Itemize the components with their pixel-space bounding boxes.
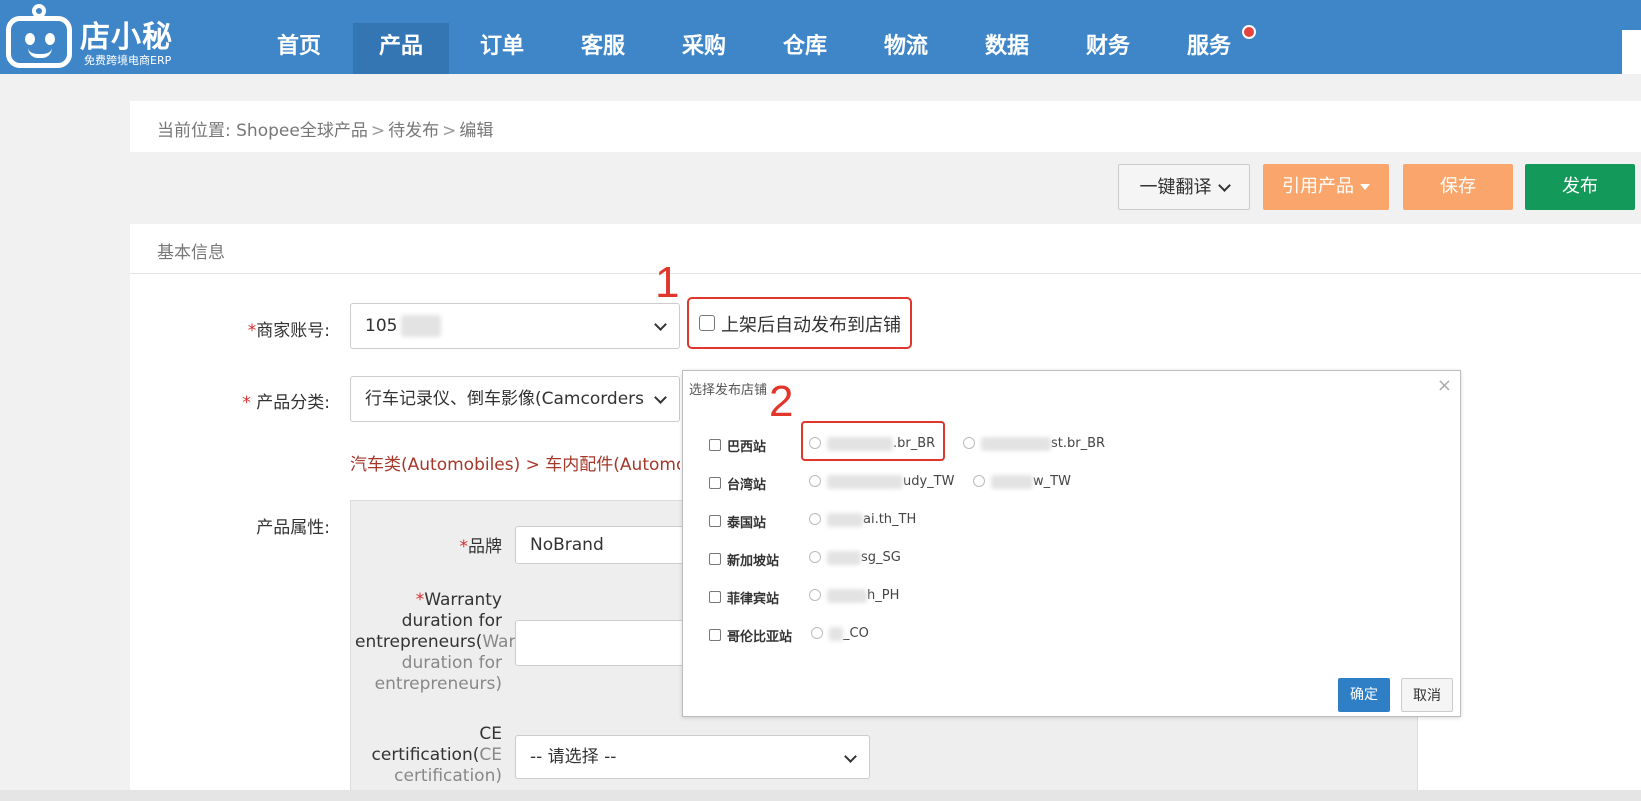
nav-finance[interactable]: 财务	[1060, 23, 1156, 74]
radio-icon[interactable]	[811, 626, 823, 639]
shop-option[interactable]: w_TW	[973, 474, 1071, 494]
attributes-label: 产品属性:	[256, 518, 330, 538]
category-path: 汽车类(Automobiles) > 车内配件(Automobi	[350, 455, 680, 475]
account-select[interactable]: 105	[350, 303, 680, 349]
warranty-label: *Warranty duration for entrepreneurs(War…	[355, 590, 516, 694]
site-name: 哥伦比亚站	[727, 630, 793, 645]
radio-icon[interactable]	[809, 512, 821, 525]
logo-title: 店小秘	[80, 20, 173, 55]
nav-orders[interactable]: 订单	[454, 23, 550, 74]
dialog-title: 选择发布店铺	[689, 383, 768, 398]
choose-shop-dialog: 选择发布店铺 × 巴西站 .br_BR st.br_BR 2 台湾站 udy_T…	[682, 370, 1461, 717]
shop-option[interactable]: sg_SG	[809, 550, 901, 570]
brand-select[interactable]: NoBrand	[515, 526, 685, 564]
nav-customer-service[interactable]: 客服	[555, 23, 651, 74]
shop-option[interactable]: st.br_BR	[963, 436, 1105, 456]
robot-logo-icon	[6, 16, 72, 68]
site-name: 泰国站	[727, 516, 767, 531]
radio-icon[interactable]	[809, 474, 821, 487]
import-product-button[interactable]: 引用产品	[1263, 164, 1389, 210]
chevron-down-icon	[844, 750, 857, 763]
panel-header: 基本信息	[130, 224, 1641, 274]
breadcrumb-item-edit: 编辑	[459, 121, 494, 141]
nav-data[interactable]: 数据	[959, 23, 1055, 74]
nav-logistics[interactable]: 物流	[858, 23, 954, 74]
shop-option[interactable]: h_PH	[809, 588, 899, 608]
shop-option[interactable]: _CO	[811, 626, 869, 646]
account-label: *商家账号:	[247, 321, 330, 341]
selected-shop-highlight	[801, 421, 945, 461]
radio-icon[interactable]	[809, 550, 821, 563]
site-checkbox[interactable]	[709, 477, 721, 489]
site-checkbox[interactable]	[709, 515, 721, 527]
nav-products[interactable]: 产品	[353, 23, 449, 74]
annotation-2: 2	[769, 377, 794, 426]
publish-button[interactable]: 发布	[1525, 164, 1635, 210]
auto-publish-option[interactable]: 上架后自动发布到店铺	[687, 297, 912, 349]
cancel-button[interactable]: 取消	[1401, 678, 1453, 712]
annotation-1: 1	[655, 258, 680, 307]
top-nav-bar: 店小秘 免费跨境电商ERP 首页 产品 订单 客服 采购 仓库 物流 数据 财务…	[0, 0, 1641, 74]
nav-home[interactable]: 首页	[251, 23, 347, 74]
caret-down-icon	[1360, 184, 1370, 190]
site-name: 台湾站	[727, 478, 767, 493]
confirm-button[interactable]: 确定	[1338, 678, 1390, 712]
site-checkbox[interactable]	[709, 439, 721, 451]
breadcrumb-item-global-products[interactable]: Shopee全球产品	[236, 121, 368, 141]
breadcrumb-bar: 当前位置: Shopee全球产品 > 待发布 > 编辑	[130, 101, 1641, 152]
logo-subtitle: 免费跨境电商ERP	[84, 54, 172, 67]
site-name: 新加坡站	[727, 554, 780, 569]
site-name: 巴西站	[727, 440, 767, 455]
radio-icon[interactable]	[809, 588, 821, 601]
notification-dot-icon	[1242, 25, 1256, 39]
warranty-input[interactable]	[515, 620, 685, 666]
site-name: 菲律宾站	[727, 592, 780, 607]
category-label: * 产品分类:	[242, 393, 330, 413]
shop-option[interactable]: ai.th_TH	[809, 512, 916, 532]
breadcrumb-item-pending[interactable]: 待发布	[388, 121, 439, 141]
chevron-down-icon	[654, 318, 667, 331]
auto-publish-checkbox[interactable]	[699, 315, 715, 331]
radio-icon[interactable]	[973, 474, 985, 487]
category-select[interactable]: 行车记录仪、倒车影像(Camcorders	[350, 376, 680, 422]
chevron-down-icon	[654, 391, 667, 404]
nav-purchase[interactable]: 采购	[656, 23, 752, 74]
close-icon[interactable]: ×	[1437, 375, 1452, 396]
logo[interactable]: 店小秘 免费跨境电商ERP	[6, 4, 186, 68]
radio-icon[interactable]	[963, 436, 975, 449]
ce-select[interactable]: -- 请选择 --	[515, 735, 870, 779]
site-checkbox[interactable]	[709, 591, 721, 603]
nav-right-edge	[1622, 30, 1641, 74]
nav-warehouse[interactable]: 仓库	[757, 23, 853, 74]
horizontal-scrollbar[interactable]	[0, 790, 1641, 801]
brand-label: *品牌	[459, 537, 503, 557]
breadcrumb: 当前位置: Shopee全球产品 > 待发布 > 编辑	[157, 121, 494, 141]
chevron-down-icon	[1217, 179, 1231, 192]
shop-option[interactable]: udy_TW	[809, 474, 954, 494]
panel-title: 基本信息	[157, 243, 225, 263]
site-checkbox[interactable]	[709, 553, 721, 565]
site-checkbox[interactable]	[709, 629, 721, 641]
breadcrumb-prefix: 当前位置:	[157, 121, 231, 141]
translate-button[interactable]: 一键翻译	[1118, 164, 1250, 210]
auto-publish-label: 上架后自动发布到店铺	[721, 315, 901, 336]
save-button[interactable]: 保存	[1403, 164, 1513, 210]
ce-label: CE certification(CE certification)	[371, 724, 502, 786]
